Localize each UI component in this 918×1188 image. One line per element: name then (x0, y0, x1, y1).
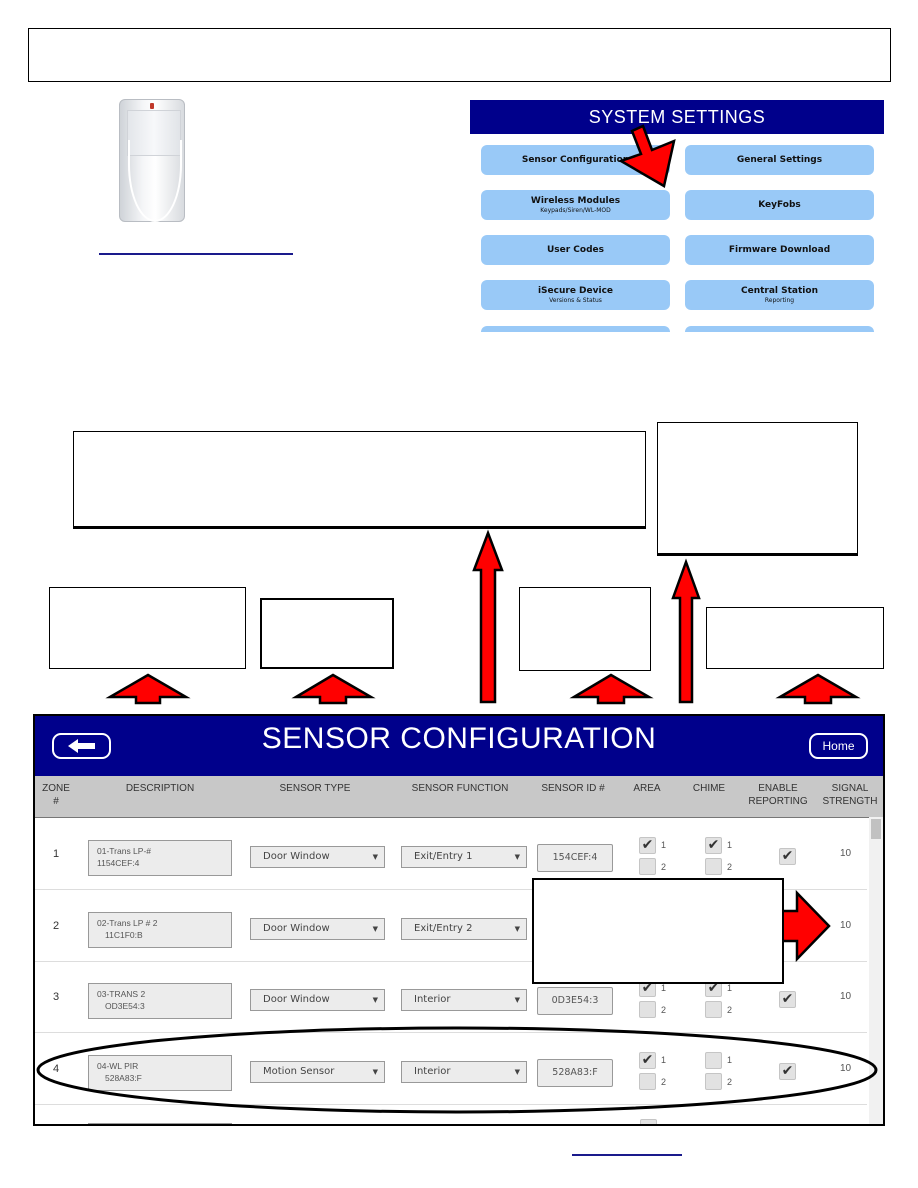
arrow-to-sensor-config-icon (618, 124, 676, 188)
row4-highlight-ellipse (36, 1026, 878, 1114)
long-up-arrow-function-icon (472, 529, 504, 704)
annotation-overlay (36, 124, 878, 1114)
up-arrow-reporting-icon (775, 673, 861, 705)
up-arrow-description-icon (105, 673, 191, 705)
right-arrow-signal-icon (780, 889, 831, 963)
up-arrow-sensor-type-icon (291, 673, 376, 705)
long-up-arrow-area-icon (671, 558, 701, 704)
up-arrow-sensor-id-icon (569, 673, 654, 705)
footer-link-underline[interactable] (572, 1154, 682, 1156)
note-box-row2 (532, 878, 784, 984)
